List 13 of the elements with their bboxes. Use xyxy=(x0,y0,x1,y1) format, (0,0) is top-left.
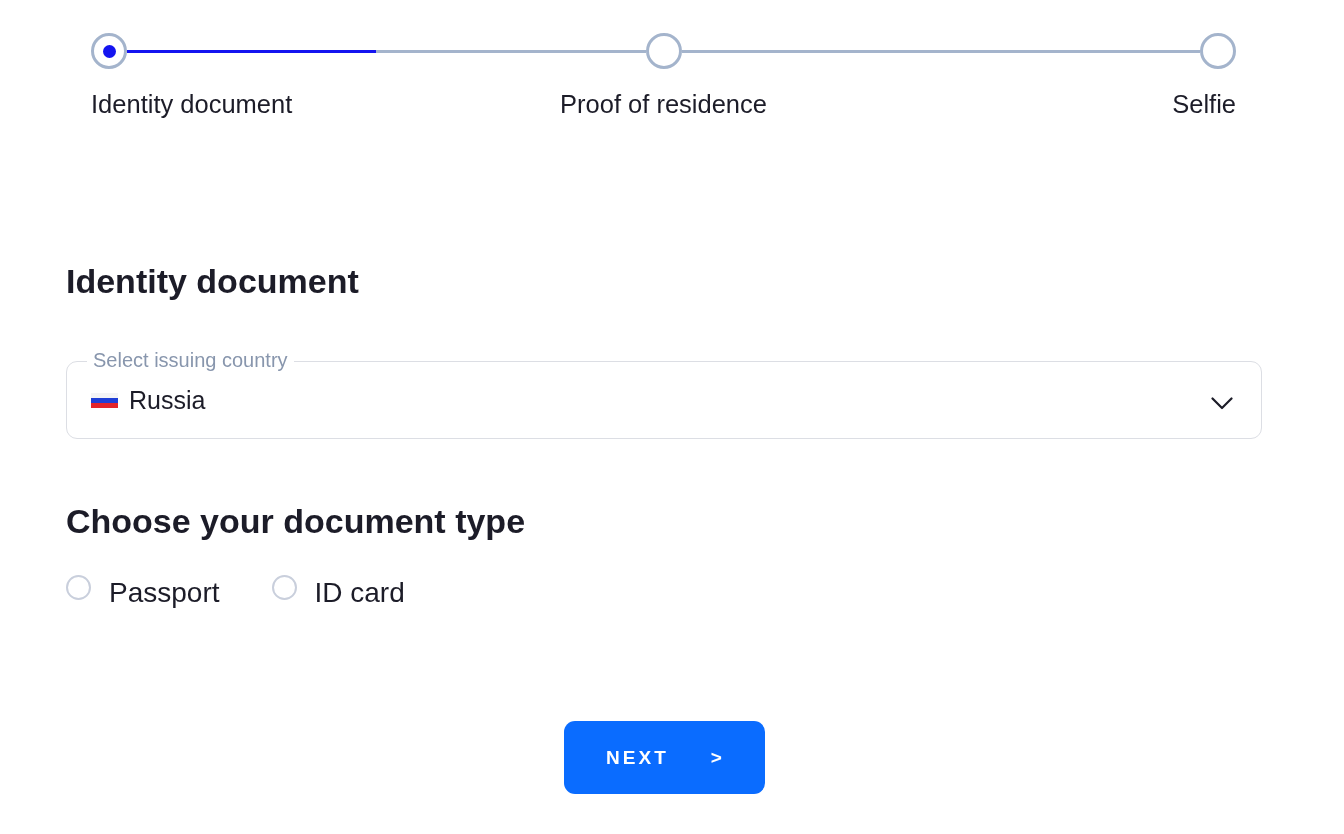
radio-icon[interactable] xyxy=(66,574,91,600)
chevron-down-icon xyxy=(1211,396,1233,410)
next-button[interactable]: NEXT > xyxy=(563,721,765,794)
section-title: Identity document xyxy=(66,261,360,301)
step-label: Identity document xyxy=(91,90,293,118)
radio-icon[interactable] xyxy=(271,574,297,600)
section-title: Choose your document type xyxy=(66,501,527,541)
flag-icon xyxy=(91,392,118,408)
radio-option[interactable]: Passport xyxy=(66,577,220,609)
radio-option[interactable]: ID card xyxy=(271,577,405,609)
step-label: Selfie xyxy=(1172,90,1236,118)
step-label: Proof of residence xyxy=(560,90,767,118)
select-value: Russia xyxy=(129,385,207,415)
